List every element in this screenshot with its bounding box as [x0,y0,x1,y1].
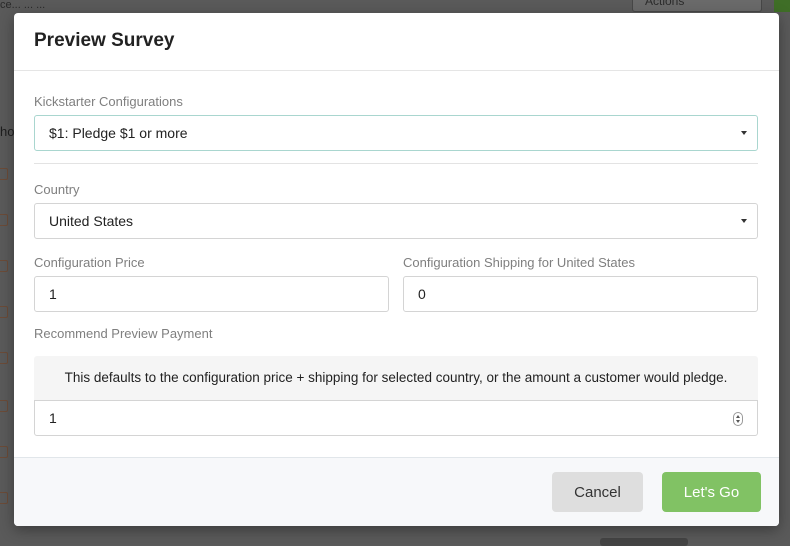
background-row-checkbox [0,446,8,458]
background-row-checkbox [0,400,8,412]
background-row-checkbox [0,260,8,272]
background-row-checkbox [0,306,8,318]
background-actions-button: Actions [632,0,762,12]
cancel-button[interactable]: Cancel [552,472,643,512]
recommend-preview-payment-label: Recommend Preview Payment [34,326,213,341]
kickstarter-configurations-label: Kickstarter Configurations [34,94,183,109]
kickstarter-configurations-value: $1: Pledge $1 or more [49,125,188,141]
background-bottom-button [600,538,688,546]
section-divider [34,163,758,164]
recommend-payment-number-input[interactable]: 1 [34,400,758,436]
background-green-button [774,0,790,12]
stepper-up-icon [736,415,740,418]
country-value: United States [49,213,134,229]
modal-title: Preview Survey [34,30,175,51]
chevron-down-icon [741,219,747,223]
configuration-shipping-label: Configuration Shipping for United States [403,255,635,270]
configuration-price-value: 1 [49,286,57,302]
configuration-shipping-input[interactable]: 0 [403,276,758,312]
lets-go-button[interactable]: Let's Go [662,472,761,512]
configuration-price-label: Configuration Price [34,255,145,270]
recommend-payment-value: 1 [49,410,57,426]
background-row-checkbox [0,352,8,364]
background-partial-text: ho [0,124,15,139]
number-stepper-icon[interactable] [733,412,743,426]
modal-footer: Cancel Let's Go [14,457,779,526]
country-select[interactable]: United States [34,203,758,239]
background-page-text: ce... ... ... [0,0,46,11]
configuration-shipping-value: 0 [418,286,426,302]
country-label: Country [34,182,80,197]
background-row-checkbox [0,492,8,504]
background-row-checkbox [0,168,8,180]
modal-header: Preview Survey [14,13,779,71]
chevron-down-icon [741,131,747,135]
configuration-price-input[interactable]: 1 [34,276,389,312]
kickstarter-configurations-select[interactable]: $1: Pledge $1 or more [34,115,758,151]
recommend-payment-help-text: This defaults to the configuration price… [34,356,758,400]
preview-survey-modal: Preview Survey Kickstarter Configuration… [14,13,779,526]
stepper-down-icon [736,420,740,423]
background-row-checkbox [0,214,8,226]
